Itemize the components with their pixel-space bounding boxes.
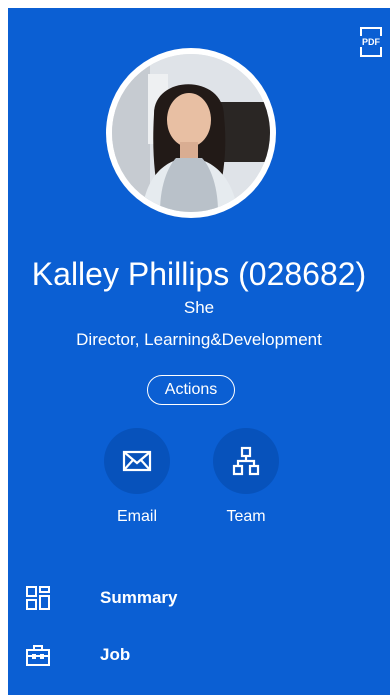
nav-item-label: Job <box>100 645 131 664</box>
pronoun: She <box>183 298 215 317</box>
avatar <box>106 48 276 218</box>
nav-item-job[interactable]: Job <box>8 635 390 675</box>
actions-button[interactable]: Actions <box>147 375 235 405</box>
email-button[interactable] <box>104 428 170 494</box>
briefcase-icon <box>26 645 50 666</box>
envelope-icon <box>122 450 152 472</box>
team-label: Team <box>226 508 266 525</box>
pdf-icon: PDF <box>359 27 383 57</box>
nav-item-summary[interactable]: Summary <box>8 578 390 618</box>
pdf-export-button[interactable]: PDF <box>357 26 385 58</box>
profile-panel: PDF Kalley Phillips (028682) She Directo… <box>8 8 390 695</box>
nav-item-label: Summary <box>100 588 178 607</box>
employee-name: Kalley Phillips (028682) <box>31 256 367 292</box>
grid-icon <box>26 586 50 610</box>
email-label: Email <box>116 508 157 525</box>
profile-photo <box>112 54 270 212</box>
team-button[interactable] <box>213 428 279 494</box>
org-chart-icon <box>232 446 260 476</box>
job-title: Director, Learning&Development <box>76 330 322 349</box>
svg-text:PDF: PDF <box>362 37 381 47</box>
